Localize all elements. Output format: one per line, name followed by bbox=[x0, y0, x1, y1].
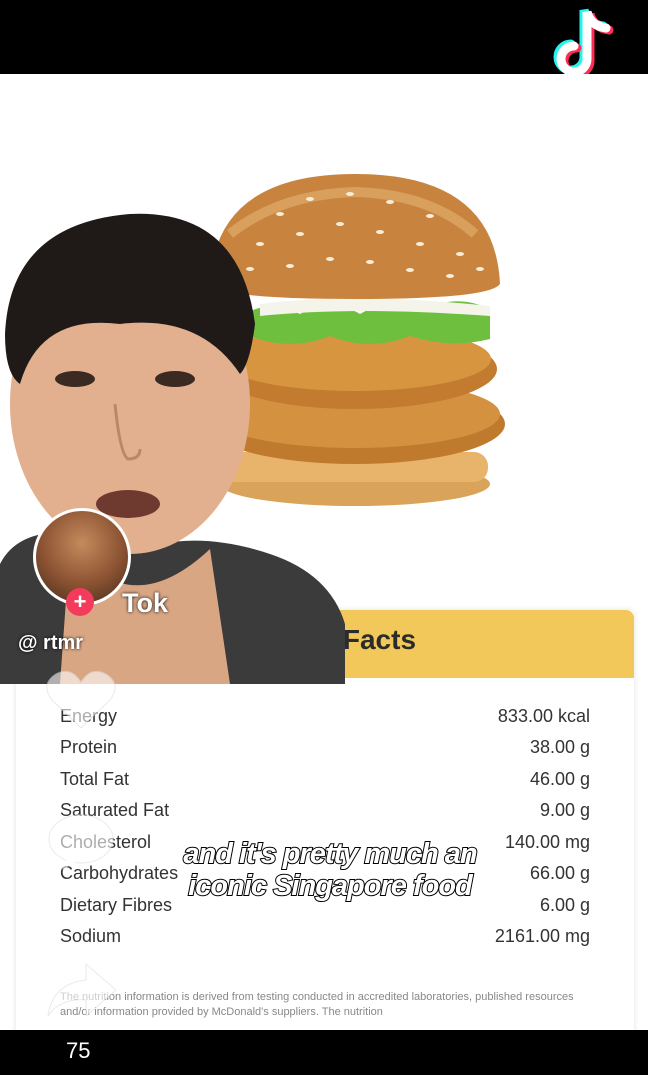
heart-icon[interactable] bbox=[44, 668, 118, 732]
nutrient-value: 38.00 g bbox=[529, 737, 590, 757]
nutrition-disclaimer: The nutrition information is derived fro… bbox=[60, 991, 574, 1018]
follow-button[interactable]: + bbox=[66, 588, 94, 616]
nutrition-row: Total Fat 46.00 g bbox=[60, 769, 590, 797]
nutrition-row: Energy833.00 kcal bbox=[60, 706, 590, 734]
comment-icon[interactable] bbox=[46, 812, 116, 870]
nutrition-row: Saturated Fat 9.00 g bbox=[60, 800, 590, 828]
nutrient-label: Total Fat bbox=[60, 769, 130, 789]
nutrient-value: 9.00 g bbox=[539, 800, 590, 820]
share-icon[interactable] bbox=[46, 960, 118, 1020]
subtitle-line-1: and it's pretty much an bbox=[182, 837, 478, 871]
nutrient-value: 6.00 g bbox=[539, 895, 590, 915]
bottom-bar bbox=[0, 1030, 648, 1075]
nutrient-value: 2161.00 mg bbox=[494, 926, 590, 946]
nutrient-label: Sodium bbox=[60, 926, 122, 946]
nutrition-row: Sodium 2161.00 mg bbox=[60, 926, 590, 954]
frame-edge bbox=[648, 0, 657, 1075]
tiktok-logo-icon bbox=[553, 8, 614, 79]
nutrition-row: Protein 38.00 g bbox=[60, 737, 590, 765]
creator-username[interactable]: @ rtmr bbox=[18, 632, 83, 655]
creator-video-overlay bbox=[0, 213, 345, 684]
subtitle-line-2: iconic Singapore food bbox=[187, 869, 474, 903]
watermark-brand: Tok bbox=[122, 588, 168, 618]
nutrient-label: Protein bbox=[60, 737, 118, 757]
nutrient-value: 833.00 kcal bbox=[497, 706, 590, 726]
nutrient-value: 46.00 g bbox=[529, 769, 590, 789]
video-counter: 75 bbox=[66, 1038, 91, 1063]
